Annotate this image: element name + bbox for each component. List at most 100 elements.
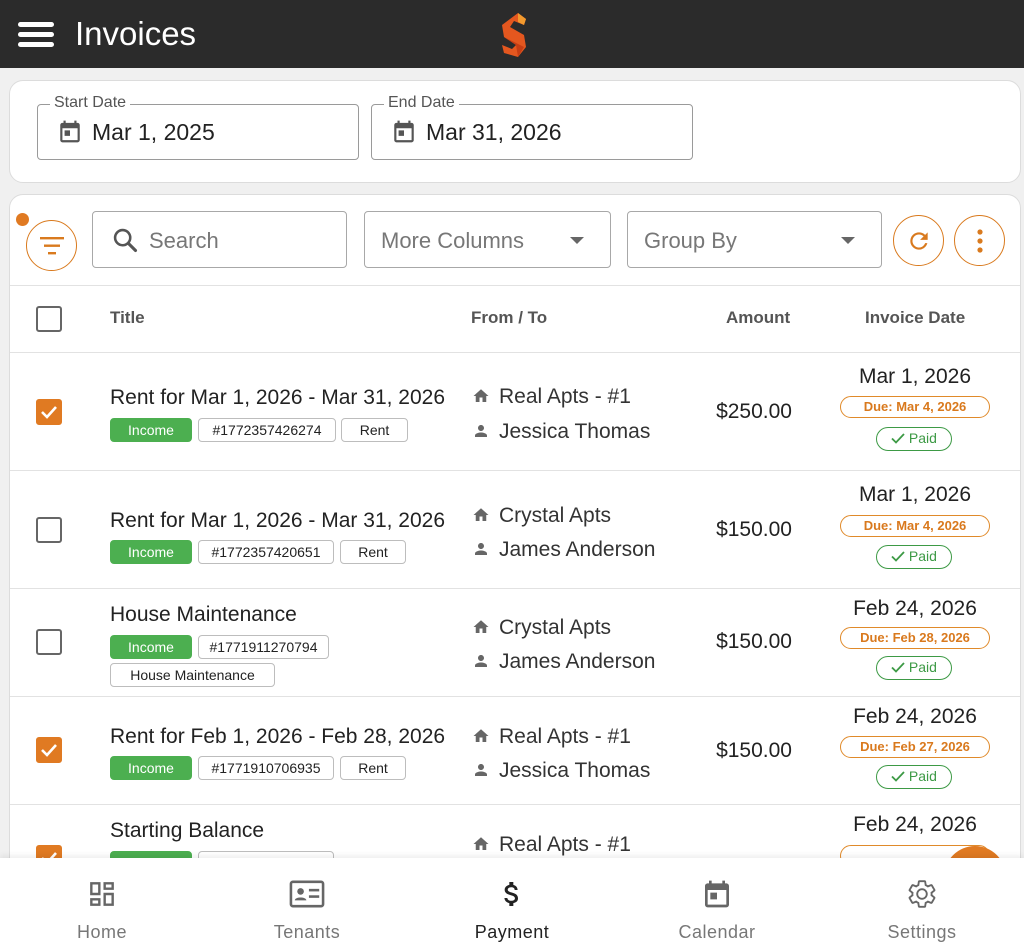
start-date-label: Start Date bbox=[50, 94, 131, 112]
invoice-list-card: Search More Columns Group By Title From … bbox=[9, 194, 1021, 894]
calendar-icon bbox=[60, 120, 80, 143]
end-date-value: Mar 31, 2026 bbox=[426, 119, 562, 145]
row-checkbox[interactable] bbox=[36, 399, 62, 425]
group-by-select[interactable]: Group By bbox=[627, 211, 882, 268]
property-name: Real Apts - #1 bbox=[499, 833, 631, 856]
tenant-name: Jessica Thomas bbox=[499, 420, 651, 443]
nav-label: Payment bbox=[474, 922, 550, 942]
row-checkbox[interactable] bbox=[36, 737, 62, 763]
income-tag: Income bbox=[110, 540, 192, 564]
invoice-id-tag: #1771911270794 bbox=[198, 635, 329, 659]
more-columns-select[interactable]: More Columns bbox=[364, 211, 611, 268]
dropdown-arrow-icon bbox=[841, 237, 855, 244]
table-row[interactable]: Rent for Mar 1, 2026 - Mar 31, 2026 Inco… bbox=[10, 471, 1020, 589]
check-icon bbox=[891, 551, 905, 562]
calendar-icon bbox=[705, 880, 729, 908]
nav-label: Tenants bbox=[273, 922, 341, 942]
search-icon bbox=[113, 228, 138, 253]
nav-item-settings[interactable]: Settings bbox=[820, 858, 1024, 948]
column-header-title: Title bbox=[110, 308, 145, 327]
nav-label: Home bbox=[76, 922, 127, 942]
group-by-label: Group By bbox=[644, 228, 737, 253]
end-date-label: End Date bbox=[384, 94, 459, 112]
nav-item-payment[interactable]: Payment bbox=[410, 858, 614, 948]
row-checkbox[interactable] bbox=[36, 517, 62, 543]
table-row[interactable]: Rent for Feb 1, 2026 - Feb 28, 2026 Inco… bbox=[10, 697, 1020, 805]
table-row[interactable]: House Maintenance Income #1771911270794 … bbox=[10, 589, 1020, 697]
calendar-icon bbox=[394, 120, 414, 143]
home-icon bbox=[473, 508, 489, 521]
person-icon bbox=[475, 425, 487, 437]
search-placeholder: Search bbox=[149, 228, 219, 253]
date-range-card: Start Date Mar 1, 2025 End Date Mar 31, … bbox=[9, 80, 1021, 183]
menu-icon[interactable] bbox=[18, 22, 54, 48]
income-tag: Income bbox=[110, 418, 192, 442]
paid-status-badge: Paid bbox=[876, 545, 952, 569]
refresh-icon bbox=[910, 232, 928, 250]
id-card-icon bbox=[289, 880, 325, 908]
select-all-checkbox[interactable] bbox=[36, 306, 62, 332]
refresh-button[interactable] bbox=[893, 215, 944, 266]
home-icon bbox=[473, 729, 489, 742]
home-icon bbox=[473, 389, 489, 402]
dropdown-arrow-icon bbox=[570, 237, 584, 244]
home-icon bbox=[473, 837, 489, 850]
invoice-title: House Maintenance bbox=[110, 603, 297, 626]
property-name: Real Apts - #1 bbox=[499, 385, 631, 408]
person-icon bbox=[475, 543, 487, 555]
nav-item-tenants[interactable]: Tenants bbox=[205, 858, 409, 948]
column-header-invoice-date: Invoice Date bbox=[865, 308, 966, 327]
gear-icon bbox=[908, 880, 936, 908]
table-row[interactable]: Rent for Mar 1, 2026 - Mar 31, 2026 Inco… bbox=[10, 353, 1020, 471]
nav-label: Calendar bbox=[678, 922, 756, 942]
invoice-title: Starting Balance bbox=[110, 819, 265, 842]
filter-button[interactable] bbox=[26, 220, 77, 271]
paid-status-badge: Paid bbox=[876, 656, 952, 680]
dashboard-icon bbox=[90, 882, 114, 906]
invoice-amount: $250.00 bbox=[716, 400, 792, 423]
invoice-id-tag: #1771910706935 bbox=[198, 756, 334, 780]
due-date-badge: Due: Feb 27, 2026 bbox=[840, 736, 990, 758]
more-vert-icon bbox=[977, 229, 983, 253]
page-title: Invoices bbox=[75, 15, 197, 52]
search-input[interactable]: Search bbox=[92, 211, 347, 268]
category-tag: Rent bbox=[340, 540, 406, 564]
due-date-badge: Due: Mar 4, 2026 bbox=[840, 396, 990, 418]
invoice-date: Feb 24, 2026 bbox=[853, 705, 977, 728]
property-name: Crystal Apts bbox=[499, 504, 612, 527]
app-logo-icon bbox=[502, 13, 526, 57]
invoice-amount: $150.00 bbox=[716, 630, 792, 653]
status-text: Paid bbox=[908, 659, 937, 675]
more-columns-label: More Columns bbox=[381, 228, 525, 253]
income-tag: Income bbox=[110, 756, 192, 780]
check-icon bbox=[891, 662, 905, 673]
tenant-name: Jessica Thomas bbox=[499, 759, 651, 782]
status-text: Paid bbox=[908, 768, 937, 784]
invoice-date: Mar 1, 2026 bbox=[858, 483, 972, 506]
due-date-badge: Due: Mar 4, 2026 bbox=[840, 515, 990, 537]
income-tag: Income bbox=[110, 635, 192, 659]
due-date-badge: Due: Feb 28, 2026 bbox=[840, 627, 990, 649]
nav-label: Settings bbox=[887, 922, 957, 942]
nav-item-home[interactable]: Home bbox=[0, 858, 204, 948]
invoice-date: Mar 1, 2026 bbox=[858, 365, 972, 388]
invoice-date: Feb 24, 2026 bbox=[853, 597, 977, 620]
invoice-date: Feb 24, 2026 bbox=[853, 813, 977, 836]
invoice-id-tag: #1772357426274 bbox=[198, 418, 336, 442]
nav-item-calendar[interactable]: Calendar bbox=[615, 858, 819, 948]
status-text: Paid bbox=[908, 430, 937, 446]
check-icon bbox=[891, 771, 905, 782]
invoice-amount: $150.00 bbox=[716, 739, 792, 762]
paid-status-badge: Paid bbox=[876, 427, 952, 451]
start-date-field[interactable]: Start Date Mar 1, 2025 bbox=[37, 94, 359, 160]
invoice-title: Rent for Mar 1, 2026 - Mar 31, 2026 bbox=[110, 509, 446, 532]
column-header-amount: Amount bbox=[726, 308, 791, 327]
invoice-title: Rent for Mar 1, 2026 - Mar 31, 2026 bbox=[110, 386, 446, 409]
more-options-button[interactable] bbox=[954, 215, 1005, 266]
category-tag: Rent bbox=[340, 756, 406, 780]
invoice-amount: $150.00 bbox=[716, 518, 792, 541]
filter-active-dot bbox=[16, 213, 29, 226]
app-bar: Invoices bbox=[0, 0, 1024, 68]
row-checkbox[interactable] bbox=[36, 629, 62, 655]
end-date-field[interactable]: End Date Mar 31, 2026 bbox=[371, 94, 693, 160]
